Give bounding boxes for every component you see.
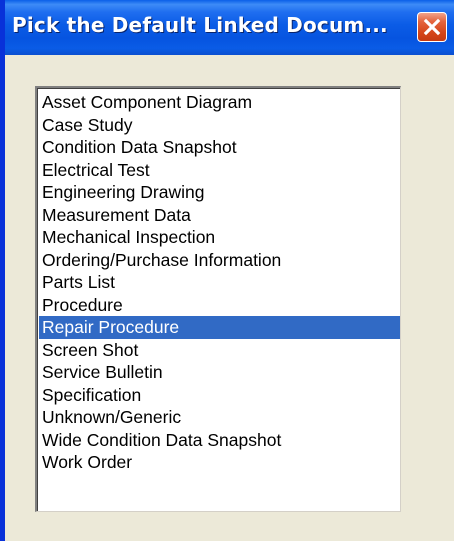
list-item[interactable]: Parts List	[39, 271, 400, 294]
list-item[interactable]: Unknown/Generic	[39, 406, 400, 429]
list-item[interactable]: Service Bulletin	[39, 361, 400, 384]
list-item[interactable]: Engineering Drawing	[39, 181, 400, 204]
close-icon	[423, 18, 441, 36]
list-item[interactable]: Specification	[39, 384, 400, 407]
list-item[interactable]: Procedure	[39, 294, 400, 317]
list-item[interactable]: Asset Component Diagram	[39, 91, 400, 114]
list-item[interactable]: Work Order	[39, 451, 400, 474]
list-item[interactable]: Condition Data Snapshot	[39, 136, 400, 159]
dialog-window: Pick the Default Linked Docum... Asset C…	[0, 0, 454, 541]
list-item[interactable]: Wide Condition Data Snapshot	[39, 429, 400, 452]
document-type-listbox[interactable]: Asset Component Diagram Case Study Condi…	[35, 86, 401, 512]
list-item[interactable]: Electrical Test	[39, 159, 400, 182]
list-item[interactable]: Case Study	[39, 114, 400, 137]
list-item[interactable]: Screen Shot	[39, 339, 400, 362]
list-item[interactable]: Measurement Data	[39, 204, 400, 227]
title-bar[interactable]: Pick the Default Linked Docum...	[5, 0, 454, 55]
list-item[interactable]: Mechanical Inspection	[39, 226, 400, 249]
list-item[interactable]: Repair Procedure	[39, 316, 400, 339]
window-title: Pick the Default Linked Docum...	[12, 13, 388, 37]
dialog-body: Asset Component Diagram Case Study Condi…	[5, 55, 454, 541]
close-button[interactable]	[417, 12, 447, 42]
list-item[interactable]: Ordering/Purchase Information	[39, 249, 400, 272]
